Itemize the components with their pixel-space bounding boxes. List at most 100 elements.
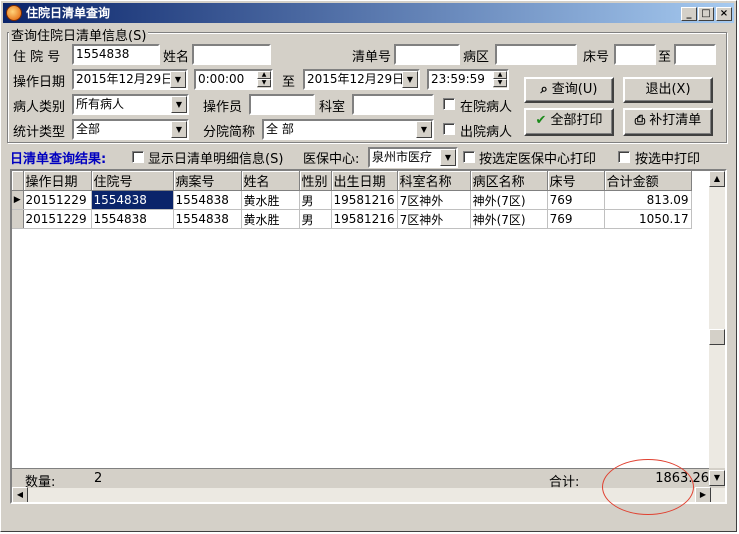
stat-type-select[interactable]: 全部 ▼ xyxy=(72,119,189,140)
column-header[interactable]: 床号 xyxy=(547,171,605,191)
close-button[interactable]: × xyxy=(716,7,732,21)
table-cell[interactable]: 黄水胜 xyxy=(241,209,300,229)
discharged-checkbox[interactable] xyxy=(443,123,455,135)
date-to-picker[interactable]: 2015年12月29日 ▼ xyxy=(303,69,420,90)
highlight-circle xyxy=(602,459,694,515)
reprint-button[interactable]: ⎙ 补打清单 xyxy=(623,108,713,136)
show-detail-checkbox[interactable] xyxy=(132,151,144,163)
table-cell[interactable]: 7区神外 xyxy=(397,190,471,210)
window-title: 住院日清单查询 xyxy=(26,6,111,20)
insurance-select[interactable]: 泉州市医疗 ▼ xyxy=(368,147,458,168)
chevron-down-icon[interactable]: ▼ xyxy=(440,149,456,166)
list-no-label: 清单号 xyxy=(352,50,392,65)
title-bar[interactable]: 住院日清单查询 _ □ × xyxy=(3,3,734,23)
column-header[interactable]: 操作日期 xyxy=(23,171,92,191)
branch-select[interactable]: 全 部 ▼ xyxy=(262,119,434,140)
table-cell[interactable]: 769 xyxy=(547,209,605,229)
table-cell[interactable]: 20151229 xyxy=(23,190,92,210)
operator-input[interactable] xyxy=(249,94,315,115)
print-by-center-label: 按选定医保中心打印 xyxy=(479,152,597,167)
column-header[interactable]: 性别 xyxy=(299,171,332,191)
table-cell[interactable]: 7区神外 xyxy=(397,209,471,229)
table-row[interactable]: 20151229 1554838 1554838 黄水胜 男 19581216 … xyxy=(12,209,692,229)
print-by-center-checkbox[interactable] xyxy=(463,151,475,163)
table-cell[interactable]: 1554838 xyxy=(173,190,242,210)
ward-label: 病区 xyxy=(463,50,490,65)
chevron-down-icon[interactable]: ▼ xyxy=(171,96,187,113)
scroll-left-icon[interactable]: ◀ xyxy=(12,487,28,502)
branch-label: 分院简称 xyxy=(203,125,256,140)
table-cell[interactable]: 1050.17 xyxy=(604,209,692,229)
stat-type-label: 统计类型 xyxy=(13,125,66,140)
table-cell-selected[interactable]: 1554838 xyxy=(91,190,174,210)
time-to-input[interactable]: 23:59:59 ▲ ▼ xyxy=(427,69,509,90)
table-cell[interactable]: 男 xyxy=(299,190,332,210)
query-button[interactable]: ⌕ 查询(U) xyxy=(524,77,614,103)
scroll-down-icon[interactable]: ▼ xyxy=(709,470,725,486)
header-row: 操作日期 住院号 病案号 姓名 性别 出生日期 科室名称 病区名称 床号 合计金… xyxy=(12,171,692,191)
column-header[interactable]: 科室名称 xyxy=(397,171,471,191)
chevron-down-icon[interactable]: ▼ xyxy=(402,71,418,88)
table-cell[interactable]: 769 xyxy=(547,190,605,210)
scroll-right-icon[interactable]: ▶ xyxy=(695,487,711,502)
query-group-title: 查询住院日清单信息(S) xyxy=(9,25,149,44)
ward-input[interactable] xyxy=(495,44,577,65)
time-from-input[interactable]: 0:00:00 ▲ ▼ xyxy=(194,69,273,90)
main-window: 住院日清单查询 _ □ × 查询住院日清单信息(S) 住 院 号 1554838… xyxy=(0,0,737,532)
result-title: 日清单查询结果: xyxy=(10,152,107,167)
table-cell[interactable]: 男 xyxy=(299,209,332,229)
column-header[interactable]: 出生日期 xyxy=(331,171,398,191)
table-cell[interactable]: 1554838 xyxy=(91,209,174,229)
column-header[interactable]: 病区名称 xyxy=(470,171,548,191)
admission-no-label: 住 院 号 xyxy=(13,50,61,65)
scroll-down-area[interactable]: ▼ xyxy=(709,468,725,488)
insurance-label: 医保中心: xyxy=(303,152,360,167)
scroll-thumb[interactable] xyxy=(709,329,725,345)
patient-type-select[interactable]: 所有病人 ▼ xyxy=(72,94,189,115)
in-hospital-checkbox[interactable] xyxy=(443,98,455,110)
vertical-scrollbar[interactable]: ▲ xyxy=(709,171,725,490)
table-cell[interactable]: 19581216 xyxy=(331,209,398,229)
table-cell[interactable]: 神外(7区) xyxy=(470,190,548,210)
list-no-input[interactable] xyxy=(394,44,460,65)
column-header[interactable]: 住院号 xyxy=(91,171,174,191)
table-cell[interactable]: 813.09 xyxy=(604,190,692,210)
column-header[interactable]: 姓名 xyxy=(241,171,300,191)
column-header[interactable]: 病案号 xyxy=(173,171,242,191)
table-cell[interactable]: 20151229 xyxy=(23,209,92,229)
result-table: 操作日期 住院号 病案号 姓名 性别 出生日期 科室名称 病区名称 床号 合计金… xyxy=(12,171,692,229)
table-row[interactable]: ▶ 20151229 1554838 1554838 黄水胜 男 1958121… xyxy=(12,190,692,210)
chevron-down-icon[interactable]: ▼ xyxy=(170,71,186,88)
dept-input[interactable] xyxy=(352,94,434,115)
result-grid[interactable]: 操作日期 住院号 病案号 姓名 性别 出生日期 科室名称 病区名称 床号 合计金… xyxy=(10,169,727,504)
name-input[interactable] xyxy=(192,44,271,65)
scroll-up-icon[interactable]: ▲ xyxy=(709,171,725,187)
exit-button[interactable]: 退出(X) xyxy=(623,77,713,103)
chevron-down-icon[interactable]: ▼ xyxy=(416,121,432,138)
row-indicator-header xyxy=(12,171,24,191)
date-from-picker[interactable]: 2015年12月29日 ▼ xyxy=(72,69,188,90)
table-cell[interactable]: 黄水胜 xyxy=(241,190,300,210)
table-cell[interactable]: 神外(7区) xyxy=(470,209,548,229)
chevron-down-icon[interactable]: ▼ xyxy=(171,121,187,138)
bed-to-input[interactable] xyxy=(674,44,716,65)
print-selected-checkbox[interactable] xyxy=(618,151,630,163)
table-cell[interactable]: 19581216 xyxy=(331,190,398,210)
print-selected-label: 按选中打印 xyxy=(635,152,701,167)
time-from-spinner[interactable]: ▲ ▼ xyxy=(257,71,271,88)
bed-to-label: 至 xyxy=(658,50,672,65)
print-all-button[interactable]: ✔ 全部打印 xyxy=(524,108,614,136)
bed-label: 床号 xyxy=(583,50,610,65)
column-header[interactable]: 合计金额 xyxy=(604,171,692,191)
name-label: 姓名 xyxy=(163,50,190,65)
table-cell[interactable]: 1554838 xyxy=(173,209,242,229)
discharged-label: 出院病人 xyxy=(460,125,513,140)
admission-no-input[interactable]: 1554838 xyxy=(72,44,160,65)
dept-label: 科室 xyxy=(319,100,346,115)
bed-from-input[interactable] xyxy=(614,44,656,65)
op-date-label: 操作日期 xyxy=(13,75,66,90)
maximize-button[interactable]: □ xyxy=(698,7,714,21)
operator-label: 操作员 xyxy=(203,100,243,115)
time-to-spinner[interactable]: ▲ ▼ xyxy=(493,71,507,88)
minimize-button[interactable]: _ xyxy=(681,7,697,21)
